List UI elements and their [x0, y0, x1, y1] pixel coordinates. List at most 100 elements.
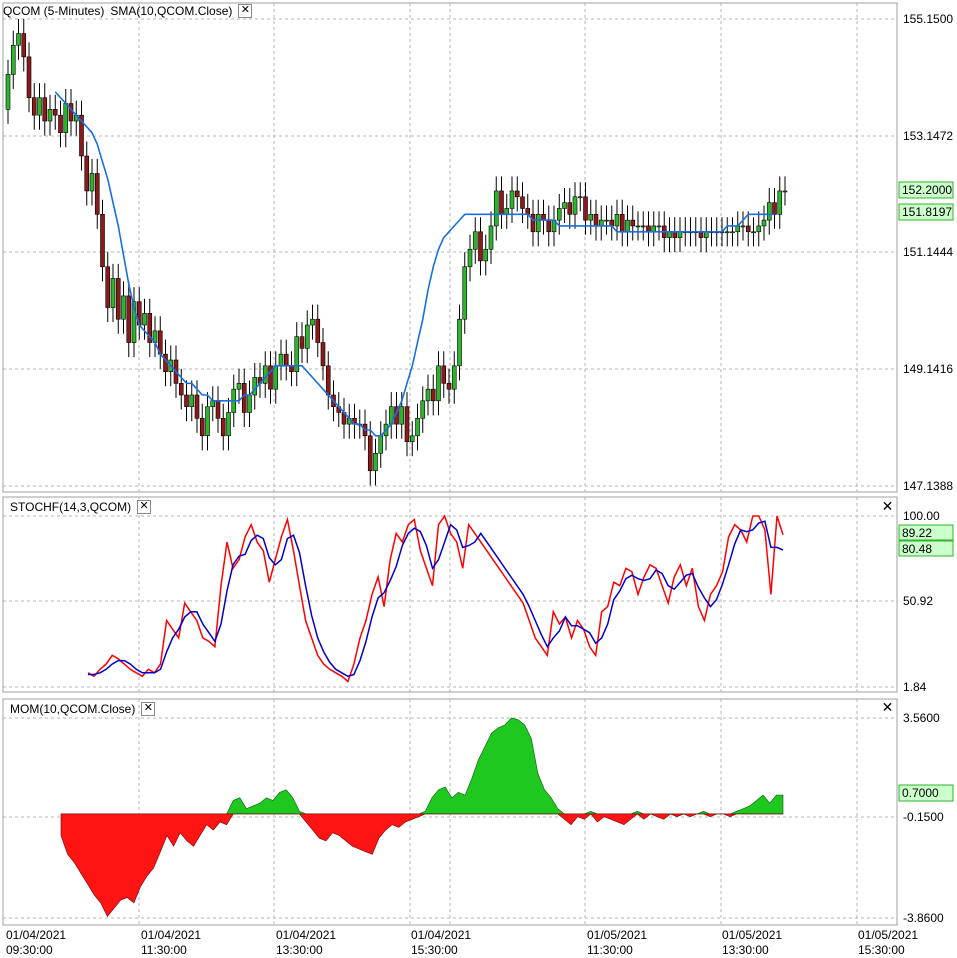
candle-body	[493, 190, 499, 227]
x-tick-time: 09:30:00	[6, 943, 53, 957]
sma-indicator-tab[interactable]: SMA(10,QCOM.Close)	[110, 4, 232, 18]
candle-body	[472, 231, 478, 250]
mom-value-label: 0.7000	[902, 786, 939, 800]
candle-body	[488, 225, 494, 250]
candle-body	[430, 388, 436, 402]
stoch-panel-title[interactable]: STOCHF(14,3,QCOM)	[10, 500, 131, 514]
candle-body	[16, 33, 21, 46]
candle-body	[94, 173, 100, 215]
candle-body	[514, 190, 520, 198]
candle-body	[310, 318, 315, 326]
candle-body	[614, 213, 620, 227]
candle-body	[184, 394, 189, 407]
candle-body	[451, 365, 457, 390]
candle-body	[415, 418, 420, 437]
y-tick-label: -0.1500	[903, 810, 944, 824]
price-panel-title[interactable]: QCOM (5-Minutes)	[3, 4, 104, 18]
candle-body	[467, 248, 473, 268]
candle-body	[178, 383, 184, 396]
candle-body	[420, 400, 426, 419]
candle-body	[121, 295, 126, 320]
y-tick-label: 1.84	[903, 680, 927, 694]
last-price-label: 152.2000	[902, 183, 952, 197]
candle-body	[220, 418, 226, 437]
candle-body	[189, 394, 195, 407]
candle-body	[215, 400, 221, 419]
candle-body	[247, 394, 252, 413]
candle-body	[320, 342, 326, 367]
stoch-k-label: 89.22	[902, 526, 932, 540]
candle-body	[724, 231, 730, 234]
x-tick-time: 11:30:00	[587, 943, 633, 957]
candle-body	[210, 400, 216, 407]
candle-body	[436, 365, 441, 402]
x-tick-time: 13:30:00	[722, 943, 769, 957]
x-tick-date: 01/05/2021	[858, 928, 918, 942]
mom-value-labels: 0.7000	[898, 784, 954, 802]
candle-body	[541, 213, 546, 221]
candle-body	[367, 435, 373, 472]
x-tick-time: 11:30:00	[141, 943, 187, 957]
candle-body	[5, 74, 11, 110]
close-mom-panel-icon[interactable]: ✕	[881, 700, 894, 714]
candle-body	[462, 266, 468, 320]
price-panel-header: QCOM (5-Minutes) SMA(10,QCOM.Close) ✕	[3, 2, 253, 19]
candle-body	[556, 208, 562, 221]
candle-body	[63, 103, 69, 133]
candle-body	[409, 435, 415, 442]
candle-body	[703, 231, 709, 238]
candle-body	[58, 114, 63, 133]
candle-body	[100, 213, 105, 268]
y-tick-label: -3.8600	[903, 911, 944, 925]
x-tick-time: 15:30:00	[858, 943, 905, 957]
stoch-d-label: 80.48	[902, 542, 932, 556]
candle-body	[425, 388, 431, 402]
candle-body	[52, 109, 58, 116]
candle-body	[656, 225, 662, 228]
x-tick-date: 01/04/2021	[276, 928, 336, 942]
candle-body	[745, 225, 751, 233]
y-tick-label: 50.92	[903, 594, 933, 608]
x-tick-date: 01/04/2021	[411, 928, 471, 942]
candle-body	[525, 208, 531, 215]
candle-body	[604, 219, 609, 222]
candle-body	[740, 225, 746, 228]
candle-body	[772, 202, 777, 215]
x-tick-date: 01/04/2021	[141, 928, 201, 942]
y-tick-label: 151.1444	[903, 245, 953, 259]
candle-body	[546, 219, 552, 233]
candle-body	[446, 383, 452, 390]
candle-body	[84, 155, 90, 192]
y-tick-label: 153.1472	[903, 129, 953, 143]
mom-panel-title[interactable]: MOM(10,QCOM.Close)	[10, 702, 135, 716]
close-mom-tab-icon[interactable]: ✕	[141, 701, 156, 716]
close-stoch-tab-icon[interactable]: ✕	[137, 499, 152, 514]
candle-body	[483, 248, 489, 262]
candle-body	[289, 365, 294, 372]
candle-body	[640, 225, 646, 228]
chart-stage: 155.1500 153.1472 151.1444 149.1416 147.…	[0, 0, 957, 958]
y-tick-label: 149.1416	[903, 362, 953, 376]
candle-body	[42, 97, 48, 122]
y-tick-label: 147.1388	[903, 479, 953, 493]
candle-body	[262, 365, 268, 384]
candle-body	[105, 266, 111, 308]
candle-body	[588, 213, 594, 221]
candle-body	[782, 190, 788, 193]
candle-body	[110, 278, 116, 308]
candle-body	[677, 231, 683, 238]
candle-body	[21, 33, 27, 58]
candle-body	[777, 190, 783, 215]
candle-body	[735, 225, 741, 233]
close-sma-icon[interactable]: ✕	[238, 3, 253, 18]
candle-body	[163, 353, 168, 372]
close-stoch-panel-icon[interactable]: ✕	[881, 499, 894, 513]
candle-body	[283, 353, 289, 367]
candle-body	[625, 219, 630, 233]
candle-body	[619, 213, 625, 233]
x-tick-date: 01/04/2021	[6, 928, 66, 942]
candle-body	[252, 377, 258, 396]
x-tick-date: 01/05/2021	[722, 928, 782, 942]
candle-body	[751, 231, 756, 234]
sma-label: 151.8197	[902, 205, 952, 219]
